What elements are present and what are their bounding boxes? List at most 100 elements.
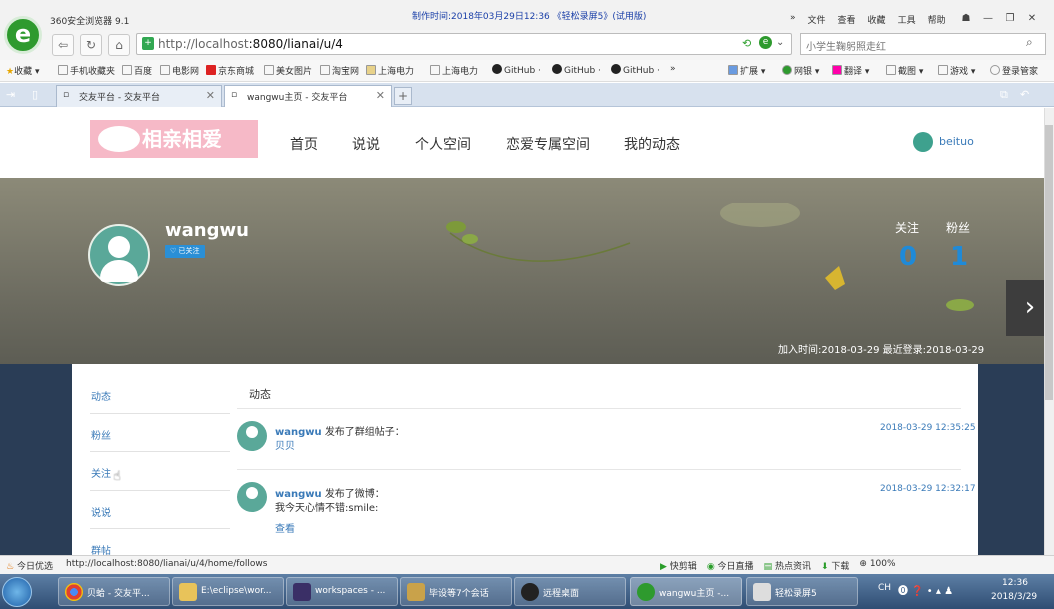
feed-avatar[interactable]	[237, 421, 267, 451]
extensions-button[interactable]: 扩展 ▾	[728, 64, 765, 77]
nav-home[interactable]: 首页	[290, 134, 318, 154]
nav-shuoshuo[interactable]: 说说	[352, 134, 380, 154]
nav-my-activity[interactable]: 我的动态	[624, 134, 680, 154]
nav-personal-space[interactable]: 个人空间	[415, 134, 471, 154]
chevron-down-icon[interactable]: ⌄	[776, 37, 784, 48]
feed-avatar[interactable]	[237, 482, 267, 512]
search-icon[interactable]: ⌕	[1026, 35, 1033, 50]
taskbar-item-sessions[interactable]: 毕设等7个会话	[400, 577, 512, 606]
following-count[interactable]: 0	[899, 242, 917, 272]
screenshot-button[interactable]: 截图 ▾	[886, 64, 923, 77]
menu-favorites[interactable]: 收藏	[868, 13, 886, 26]
tab-label: wangwu主页 - 交友平台	[247, 93, 348, 103]
user-avatar-icon[interactable]	[913, 132, 933, 152]
bookmark-item[interactable]: 百度	[122, 64, 152, 77]
bookmark-item[interactable]: 京东商城	[206, 64, 254, 77]
menu-help[interactable]: 帮助	[928, 13, 946, 26]
clock-time[interactable]: 12:36	[1002, 578, 1028, 588]
gift-icon: ♨	[6, 562, 15, 572]
home-icon[interactable]: ⌂	[108, 34, 130, 56]
bookmark-item[interactable]: GitHub ·	[611, 64, 660, 76]
bookmark-item[interactable]: 手机收藏夹	[58, 64, 115, 77]
recorder-icon	[753, 583, 771, 601]
bookmark-item[interactable]: GitHub ·	[552, 64, 601, 76]
menu-tools[interactable]: 工具	[898, 13, 916, 26]
taskbar-item-chrome[interactable]: 贝蛤 - 交友平...	[58, 577, 170, 606]
taskbar-item-browser[interactable]: wangwu主页 -...	[630, 577, 742, 606]
live-button[interactable]: ◉ 今日直播	[707, 559, 754, 572]
quick-edit-button[interactable]: ▶ 快剪辑	[660, 559, 697, 572]
engine-logo-icon[interactable]: e	[759, 36, 772, 49]
feed-view-link[interactable]: 查看	[275, 520, 295, 535]
divider	[90, 451, 230, 452]
sidebar-item-shuoshuo[interactable]: 说说	[91, 504, 111, 519]
translate-button[interactable]: 翻译 ▾	[832, 64, 869, 77]
bookmark-item[interactable]: ★收藏 ▾	[6, 64, 39, 77]
news-button[interactable]: ▤ 热点资讯	[764, 559, 811, 572]
github-icon	[552, 64, 562, 74]
reload-engine-icon[interactable]: ⟲	[742, 37, 751, 50]
sidebar-toggle-icon[interactable]: ⇥	[6, 88, 15, 101]
new-tab-button[interactable]: +	[394, 87, 412, 105]
taskbar-item-recorder[interactable]: 轻松录屏5	[746, 577, 858, 606]
eclipse-icon	[293, 583, 311, 601]
start-button-icon[interactable]	[2, 577, 32, 607]
refresh-icon[interactable]: ↻	[80, 34, 102, 56]
address-url[interactable]: http://localhost:8080/lianai/u/4	[158, 37, 343, 51]
bank-button[interactable]: 网银 ▾	[782, 64, 819, 77]
zoom-level[interactable]: ⊕ 100%	[859, 559, 895, 572]
taskbar-item-explorer[interactable]: E:\eclipse\wor...	[172, 577, 284, 606]
fans-count[interactable]: 1	[950, 242, 968, 272]
app-title: 360安全浏览器 9.1	[50, 17, 130, 27]
chevron-right-icon[interactable]: ›	[1006, 280, 1044, 336]
download-button[interactable]: ⬇ 下载	[821, 559, 849, 572]
back-arrow-icon[interactable]: ⇦	[52, 34, 74, 56]
tray-icons[interactable]: ⓿ ❓ • ▴ ♟	[898, 582, 953, 597]
games-button[interactable]: 游戏 ▾	[938, 64, 975, 77]
nav-love-space[interactable]: 恋爱专属空间	[506, 134, 590, 154]
clock-date[interactable]: 2018/3/29	[991, 592, 1037, 602]
minimize-icon[interactable]: —	[977, 10, 999, 28]
feed-content[interactable]: 贝贝	[275, 437, 295, 452]
input-language[interactable]: CH	[878, 583, 891, 593]
follow-status-badge[interactable]: ♡ 已关注	[165, 245, 205, 258]
search-placeholder: 小学生鞠躬照走红	[806, 42, 886, 53]
bookmark-item[interactable]: GitHub ·	[492, 64, 541, 76]
menu-file[interactable]: 文件	[808, 13, 826, 26]
download-icon: ⬇	[820, 562, 829, 572]
bookmarks-overflow[interactable]: »	[670, 64, 676, 74]
skin-icon[interactable]: ☗	[955, 10, 977, 28]
browser-logo-icon[interactable]: e	[4, 16, 42, 54]
menu-more[interactable]: »	[790, 13, 796, 26]
bookmark-label: 电影网	[172, 67, 200, 77]
github-icon	[611, 64, 621, 74]
login-manager-button[interactable]: 登录管家	[990, 64, 1038, 77]
bookmark-item[interactable]: 上海电力	[366, 64, 414, 77]
close-icon[interactable]: ✕	[1021, 10, 1043, 28]
tab-list-icon[interactable]: ⧉	[1000, 88, 1008, 102]
current-user-name[interactable]: beituo	[939, 135, 974, 148]
close-icon[interactable]: ✕	[376, 89, 385, 102]
scrollbar-thumb[interactable]	[1045, 125, 1053, 400]
bookmark-item[interactable]: 电影网	[160, 64, 199, 77]
bookmark-label: 登录管家	[1002, 67, 1039, 77]
tab-wangwu-home[interactable]: ▫ wangwu主页 - 交友平台 ✕	[224, 85, 392, 107]
undo-close-icon[interactable]: ↶	[1020, 88, 1029, 101]
bookmark-item[interactable]: 美女图片	[264, 64, 312, 77]
sidebar-item-fans[interactable]: 粉丝	[91, 427, 111, 442]
sidebar-item-activity[interactable]: 动态	[91, 388, 111, 403]
menu-view[interactable]: 查看	[838, 13, 856, 26]
sidebar-item-group-posts[interactable]: 群帖	[91, 542, 111, 555]
taskbar-item-remote-desktop[interactable]: 远程桌面	[514, 577, 626, 606]
bookmark-item[interactable]: 上海电力	[430, 64, 478, 77]
bookmark-item[interactable]: 淘宝网	[320, 64, 359, 77]
daily-picks[interactable]: ♨ 今日优选	[6, 559, 53, 572]
trash-icon[interactable]: ▯	[32, 88, 38, 101]
play-icon: ▶	[660, 562, 667, 572]
tab-friend-platform[interactable]: ▫ 交友平台 - 交友平台 ✕	[56, 85, 222, 107]
bookmark-label: 淘宝网	[332, 67, 360, 77]
restore-icon[interactable]: ❐	[999, 10, 1021, 28]
sidebar-item-following[interactable]: 关注	[91, 465, 111, 480]
taskbar-item-eclipse[interactable]: workspaces - ...	[286, 577, 398, 606]
close-icon[interactable]: ✕	[206, 89, 215, 102]
